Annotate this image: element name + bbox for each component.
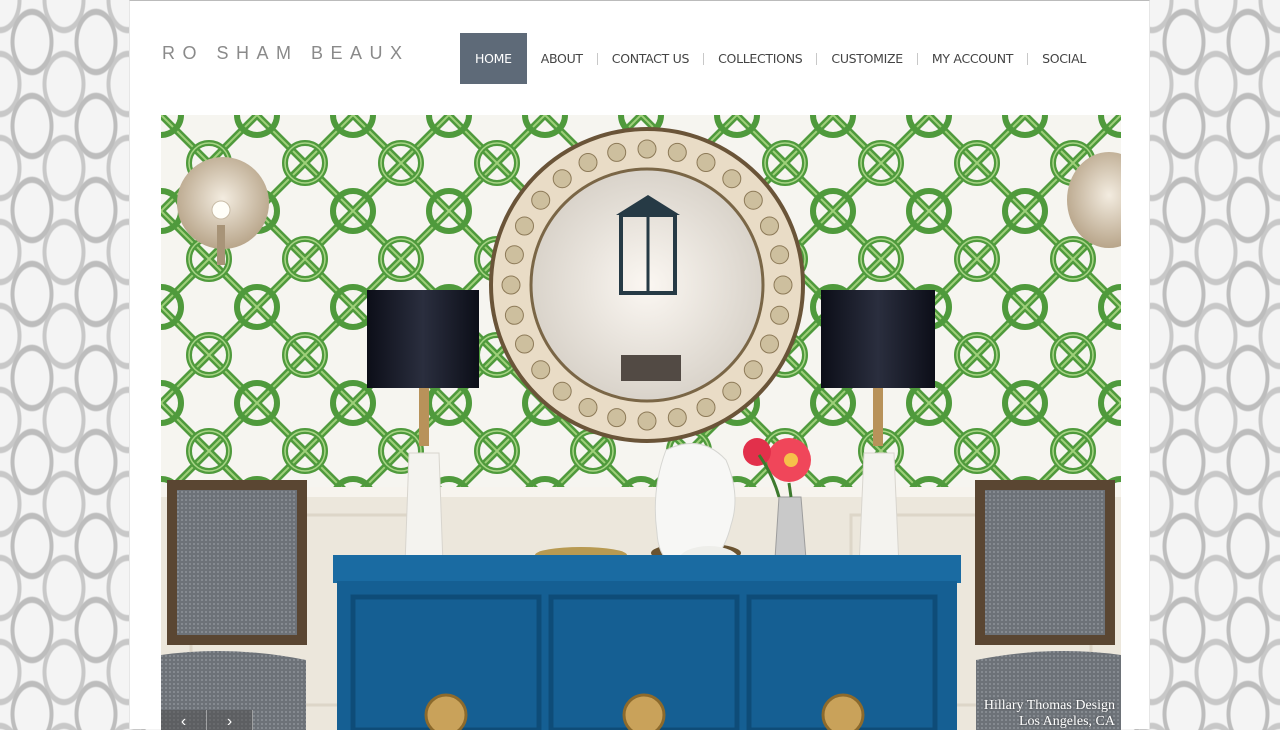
- mirror-bead: [515, 334, 534, 354]
- mirror-bead: [667, 408, 687, 428]
- mirror-bead: [696, 398, 716, 417]
- prev-slide-button[interactable]: ‹: [161, 710, 207, 730]
- mirror-bead: [667, 142, 687, 162]
- photo-credit-designer: Hillary Thomas Design: [983, 698, 1115, 713]
- slideshow-controls: ‹ ›: [161, 710, 253, 730]
- mirror-bead: [773, 275, 793, 295]
- mirror-bead: [531, 360, 551, 380]
- mirror-bead: [578, 153, 598, 172]
- mirror-bead: [607, 142, 627, 162]
- mirror-bead: [722, 169, 742, 189]
- page-container: RO SHAM BEAUX HOME ABOUT CONTACT US COLL…: [129, 0, 1150, 730]
- nav-home[interactable]: HOME: [460, 33, 527, 84]
- hero-image: [161, 115, 1121, 730]
- chevron-right-icon: ›: [226, 713, 233, 730]
- nav-about[interactable]: ABOUT: [527, 33, 597, 84]
- nav-collections[interactable]: COLLECTIONS: [704, 33, 816, 84]
- next-slide-button[interactable]: ›: [207, 710, 253, 730]
- main-nav: HOME ABOUT CONTACT US COLLECTIONS CUSTOM…: [460, 33, 1100, 84]
- chevron-left-icon: ‹: [180, 713, 187, 730]
- mirror-bead: [722, 381, 742, 401]
- mirror-bead: [552, 169, 572, 189]
- mirror-bead: [578, 398, 598, 417]
- photo-credit-location: Los Angeles, CA: [1018, 714, 1115, 729]
- mirror-bead: [743, 360, 763, 380]
- nav-contact-us[interactable]: CONTACT US: [598, 33, 703, 84]
- mirror-bead: [552, 381, 572, 401]
- brand-logo[interactable]: RO SHAM BEAUX: [162, 43, 410, 64]
- mirror-bead: [501, 275, 521, 295]
- mirror-bead: [760, 334, 779, 354]
- mirror-bead: [504, 305, 524, 325]
- nav-customize[interactable]: CUSTOMIZE: [817, 33, 917, 84]
- mirror-bead: [770, 305, 790, 325]
- nav-my-account[interactable]: MY ACCOUNT: [918, 33, 1027, 84]
- mirror-bead: [743, 190, 763, 210]
- mirror-bead: [531, 190, 551, 210]
- hero-slideshow[interactable]: Hillary Thomas Design Los Angeles, CA ‹ …: [161, 115, 1121, 730]
- mirror-bead: [515, 216, 534, 236]
- mirror-bead: [607, 408, 627, 428]
- mirror-bead: [637, 411, 657, 431]
- mirror-bead: [760, 216, 779, 236]
- mirror-bead: [504, 245, 524, 265]
- mirror-bead: [770, 245, 790, 265]
- photo-credit: Hillary Thomas Design Los Angeles, CA: [984, 698, 1115, 730]
- mirror-bead: [696, 153, 716, 172]
- mirror-bead: [637, 139, 657, 159]
- nav-social[interactable]: SOCIAL: [1028, 33, 1100, 84]
